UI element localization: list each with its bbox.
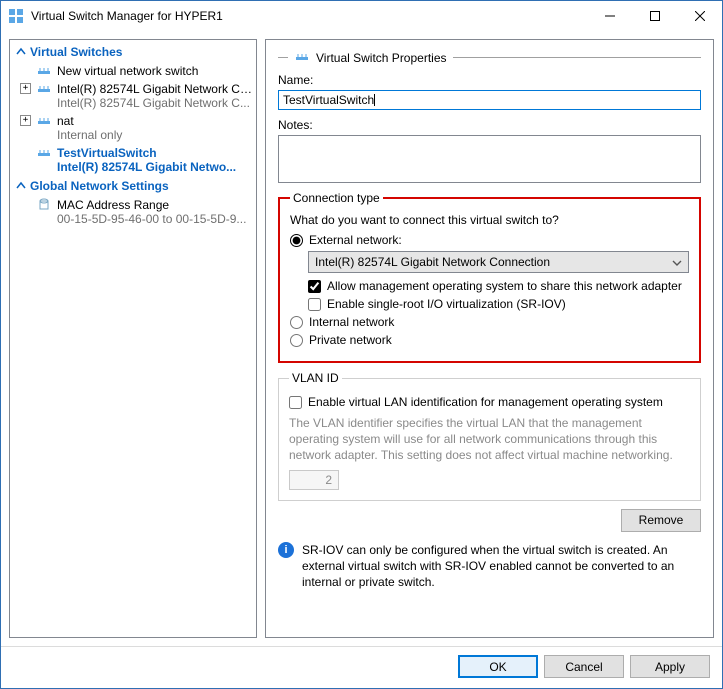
- vlan-enable-row[interactable]: Enable virtual LAN identification for ma…: [289, 395, 690, 409]
- apply-button[interactable]: Apply: [630, 655, 710, 678]
- switch-icon: [35, 146, 53, 158]
- body: Virtual Switches New virtual network swi…: [1, 31, 722, 646]
- vlan-help-text: The VLAN identifier specifies the virtua…: [289, 415, 690, 464]
- allow-mgmt-checkbox[interactable]: [308, 280, 321, 293]
- switch-icon: [294, 50, 310, 65]
- section-label: Global Network Settings: [30, 179, 169, 193]
- adapter-value: Intel(R) 82574L Gigabit Network Connecti…: [315, 255, 550, 269]
- ok-button[interactable]: OK: [458, 655, 538, 678]
- tree-label: TestVirtualSwitch: [57, 146, 256, 160]
- notes-input[interactable]: [278, 135, 701, 183]
- close-button[interactable]: [677, 2, 722, 31]
- tree-section-virtual-switches[interactable]: Virtual Switches: [10, 42, 256, 62]
- internal-radio-row[interactable]: Internal network: [290, 315, 689, 329]
- sriov-row[interactable]: Enable single-root I/O virtualization (S…: [308, 297, 689, 311]
- tree-sublabel: Intel(R) 82574L Gigabit Netwo...: [57, 160, 256, 174]
- switch-icon: [35, 82, 53, 94]
- sidebar: Virtual Switches New virtual network swi…: [9, 39, 257, 638]
- remove-button[interactable]: Remove: [621, 509, 701, 532]
- info-icon: i: [278, 542, 294, 558]
- notes-label: Notes:: [278, 118, 701, 132]
- footer: OK Cancel Apply: [1, 646, 722, 688]
- switch-icon: [35, 64, 53, 76]
- adapter-select[interactable]: Intel(R) 82574L Gigabit Network Connecti…: [308, 251, 689, 273]
- name-label: Name:: [278, 73, 701, 87]
- detail-title: Virtual Switch Properties: [316, 51, 447, 65]
- check-label: Enable virtual LAN identification for ma…: [308, 395, 663, 409]
- check-label: Allow management operating system to sha…: [327, 279, 682, 293]
- maximize-button[interactable]: [632, 2, 677, 31]
- internal-radio[interactable]: [290, 316, 303, 329]
- connection-legend: Connection type: [290, 191, 383, 205]
- section-label: Virtual Switches: [30, 45, 122, 59]
- tree-label: MAC Address Range: [57, 198, 256, 212]
- vlan-enable-checkbox[interactable]: [289, 396, 302, 409]
- check-label: Enable single-root I/O virtualization (S…: [327, 297, 566, 311]
- info-text: SR-IOV can only be configured when the v…: [302, 542, 701, 591]
- private-radio-row[interactable]: Private network: [290, 333, 689, 347]
- sriov-checkbox[interactable]: [308, 298, 321, 311]
- chevron-down-icon: [670, 256, 684, 270]
- radio-label: Private network: [309, 333, 392, 347]
- detail-header: Virtual Switch Properties: [278, 50, 701, 65]
- expand-icon[interactable]: +: [20, 115, 31, 126]
- connection-type-group: Connection type What do you want to conn…: [278, 191, 701, 363]
- vlan-legend: VLAN ID: [289, 371, 342, 385]
- app-icon: [7, 7, 25, 25]
- radio-label: External network:: [309, 233, 402, 247]
- window-title: Virtual Switch Manager for HYPER1: [31, 9, 587, 23]
- mac-icon: [35, 198, 53, 212]
- tree-label: New virtual network switch: [57, 64, 256, 78]
- cancel-button[interactable]: Cancel: [544, 655, 624, 678]
- tree-sublabel: Internal only: [57, 128, 256, 142]
- minimize-button[interactable]: [587, 2, 632, 31]
- tree-item-new-switch[interactable]: New virtual network switch: [10, 62, 256, 80]
- vlan-id-input: 2: [289, 470, 339, 490]
- titlebar: Virtual Switch Manager for HYPER1: [1, 1, 722, 31]
- vlan-group: VLAN ID Enable virtual LAN identificatio…: [278, 371, 701, 501]
- switch-icon: [35, 114, 53, 126]
- tree-item-mac-range[interactable]: MAC Address Range 00-15-5D-95-46-00 to 0…: [10, 196, 256, 228]
- external-radio[interactable]: [290, 234, 303, 247]
- tree-sublabel: Intel(R) 82574L Gigabit Network C...: [57, 96, 256, 110]
- tree-label: nat: [57, 114, 256, 128]
- tree-item-testvirtualswitch[interactable]: TestVirtualSwitch Intel(R) 82574L Gigabi…: [10, 144, 256, 176]
- private-radio[interactable]: [290, 334, 303, 347]
- external-radio-row[interactable]: External network:: [290, 233, 689, 247]
- tree-sublabel: 00-15-5D-95-46-00 to 00-15-5D-9...: [57, 212, 256, 226]
- chevron-up-icon: [16, 181, 26, 191]
- connection-question: What do you want to connect this virtual…: [290, 213, 689, 227]
- tree-item-intel[interactable]: + Intel(R) 82574L Gigabit Network Co... …: [10, 80, 256, 112]
- detail-panel: Virtual Switch Properties Name: TestVirt…: [265, 39, 714, 638]
- tree-item-nat[interactable]: + nat Internal only: [10, 112, 256, 144]
- expand-icon[interactable]: +: [20, 83, 31, 94]
- radio-label: Internal network: [309, 315, 394, 329]
- window: Virtual Switch Manager for HYPER1 Virtua…: [0, 0, 723, 689]
- chevron-up-icon: [16, 47, 26, 57]
- name-input[interactable]: TestVirtualSwitch: [278, 90, 701, 110]
- tree-label: Intel(R) 82574L Gigabit Network Co...: [57, 82, 256, 96]
- sriov-info: i SR-IOV can only be configured when the…: [278, 542, 701, 591]
- tree-section-global-settings[interactable]: Global Network Settings: [10, 176, 256, 196]
- allow-mgmt-row[interactable]: Allow management operating system to sha…: [308, 279, 689, 293]
